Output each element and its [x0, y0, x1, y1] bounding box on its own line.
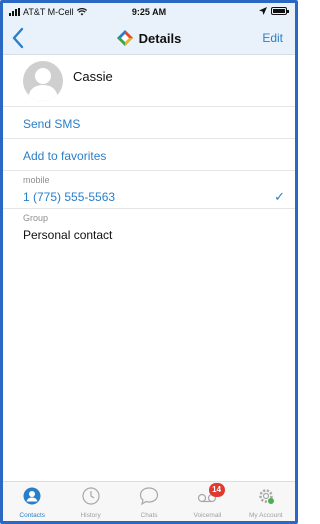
- battery-icon: [271, 7, 289, 15]
- contact-name: Cassie: [73, 69, 113, 84]
- nav-title-group: Details: [3, 30, 295, 46]
- tab-label-history: History: [80, 512, 101, 519]
- avatar: [23, 61, 63, 101]
- clock-icon: [80, 486, 102, 506]
- group-row: Group Personal contact: [3, 209, 295, 249]
- status-time: 9:25 AM: [131, 7, 167, 17]
- edit-button[interactable]: Edit: [262, 31, 283, 45]
- mobile-row[interactable]: mobile 1 (775) 555-5563 ✓: [3, 171, 295, 209]
- checkmark-icon: ✓: [274, 189, 285, 204]
- status-bar: AT&T M-Cell 9:25 AM: [3, 3, 295, 21]
- voicemail-badge: 14: [208, 483, 225, 497]
- add-favorites-row[interactable]: Add to favorites: [3, 139, 295, 171]
- tab-label-contacts: Contacts: [19, 512, 46, 519]
- tab-bar: Contacts History Chats 14 Voicemail My A…: [3, 481, 295, 521]
- group-label: Group: [23, 213, 49, 223]
- send-sms-row[interactable]: Send SMS: [3, 107, 295, 139]
- gear-icon: [255, 486, 277, 506]
- contacts-icon: [21, 486, 43, 506]
- status-right: [259, 7, 289, 15]
- tab-label-chats: Chats: [140, 512, 158, 519]
- chat-bubble-icon: [138, 486, 160, 506]
- tab-history[interactable]: History: [61, 482, 119, 521]
- contact-header: Cassie: [3, 55, 295, 107]
- tab-contacts[interactable]: Contacts: [3, 482, 61, 521]
- send-sms-link[interactable]: Send SMS: [23, 117, 80, 131]
- mobile-label: mobile: [23, 175, 50, 185]
- page-title: Details: [138, 30, 182, 46]
- nav-bar: Details Edit: [3, 21, 295, 55]
- diamond-logo-icon: [116, 30, 133, 46]
- tab-label-my-account: My Account: [249, 512, 283, 519]
- mobile-number-link[interactable]: 1 (775) 555-5563: [23, 190, 115, 204]
- group-value: Personal contact: [23, 228, 113, 242]
- app-frame: AT&T M-Cell 9:25 AM Details Edit Cassie …: [0, 0, 298, 524]
- tab-my-account[interactable]: My Account: [237, 482, 295, 521]
- tab-voicemail[interactable]: 14 Voicemail: [178, 482, 236, 521]
- add-to-favorites-link[interactable]: Add to favorites: [23, 149, 106, 163]
- tab-chats[interactable]: Chats: [120, 482, 178, 521]
- location-arrow-icon: [259, 7, 267, 15]
- person-silhouette-icon: [28, 68, 58, 101]
- tab-label-voicemail: Voicemail: [193, 512, 222, 519]
